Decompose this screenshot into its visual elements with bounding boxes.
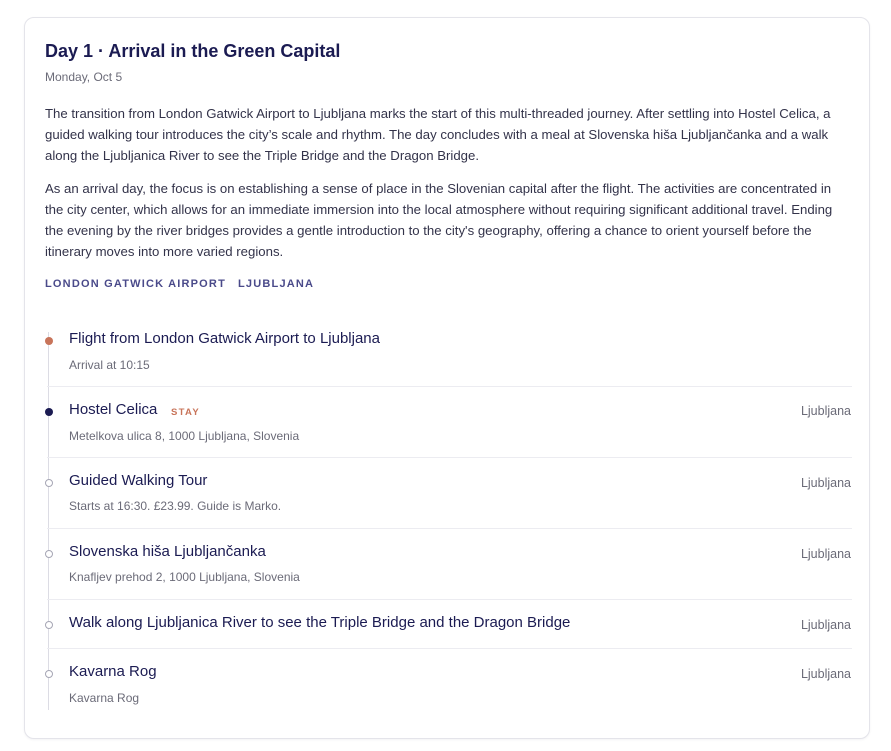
timeline-item-location: Ljubljana	[800, 404, 851, 418]
timeline-item-location: Ljubljana	[800, 618, 851, 632]
day-title: Day 1 · Arrival in the Green Capital	[45, 41, 341, 61]
divider	[47, 457, 852, 458]
timeline-item-title: Guided Walking Tour	[69, 472, 208, 489]
activity-dot-icon	[45, 550, 53, 558]
timeline-item-hostel-celica[interactable]: Hostel Celica STAY Metelkova ulica 8, 10…	[45, 399, 851, 459]
divider	[47, 648, 852, 649]
stay-badge: STAY	[171, 407, 200, 418]
activity-dot-icon	[45, 479, 53, 487]
day-date: Monday, Oct 5	[45, 70, 123, 84]
activity-dot-icon	[45, 621, 53, 629]
location-tags: LONDON GATWICK AIRPORT LJUBLJANA	[45, 278, 314, 290]
day-summary-paragraph: The transition from London Gatwick Airpo…	[45, 106, 831, 163]
timeline-item-title: Kavarna Rog	[69, 663, 157, 680]
day-card: Day 1 · Arrival in the Green Capital Mon…	[24, 17, 870, 739]
timeline-item-flight[interactable]: Flight from London Gatwick Airport to Lj…	[45, 328, 851, 388]
timeline-item-subtitle: Kavarna Rog	[69, 691, 140, 705]
timeline-item-title: Hostel Celica	[69, 401, 158, 418]
timeline-item-title: Slovenska hiša Ljubljančanka	[69, 543, 266, 560]
timeline-item-kavarna-rog[interactable]: Kavarna Rog Kavarna Rog Ljubljana	[45, 661, 851, 717]
divider	[47, 528, 852, 529]
timeline-item-river-walk[interactable]: Walk along Ljubljanica River to see the …	[45, 612, 851, 648]
flight-dot-icon	[45, 337, 53, 345]
timeline-item-subtitle: Arrival at 10:15	[69, 358, 150, 372]
timeline-item-subtitle: Starts at 16:30. £23.99. Guide is Marko.	[69, 499, 282, 513]
timeline-item-title: Walk along Ljubljanica River to see the …	[69, 614, 571, 631]
timeline-item-subtitle: Knafljev prehod 2, 1000 Ljubljana, Slove…	[69, 570, 300, 584]
stay-dot-icon	[45, 408, 53, 416]
divider	[47, 599, 852, 600]
timeline-item-slovenska-hisa[interactable]: Slovenska hiša Ljubljančanka Knafljev pr…	[45, 541, 851, 601]
timeline-item-subtitle: Metelkova ulica 8, 1000 Ljubljana, Slove…	[69, 429, 300, 443]
activity-dot-icon	[45, 670, 53, 678]
timeline-item-location: Ljubljana	[800, 547, 851, 561]
day-context-paragraph: As an arrival day, the focus is on estab…	[45, 181, 833, 259]
timeline-item-location: Ljubljana	[800, 667, 851, 681]
timeline-item-guided-walking-tour[interactable]: Guided Walking Tour Starts at 16:30. £23…	[45, 470, 851, 530]
tag-ljubljana[interactable]: LJUBLJANA	[238, 278, 314, 290]
divider	[47, 386, 852, 387]
tag-london-gatwick-airport[interactable]: LONDON GATWICK AIRPORT	[45, 278, 226, 290]
timeline-item-location: Ljubljana	[800, 476, 851, 490]
timeline-item-title: Flight from London Gatwick Airport to Lj…	[69, 330, 380, 347]
